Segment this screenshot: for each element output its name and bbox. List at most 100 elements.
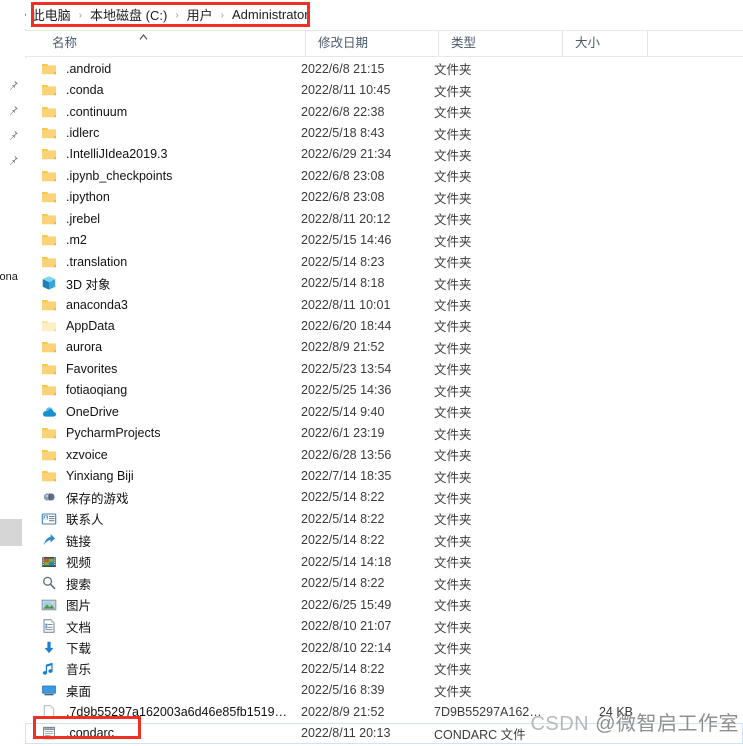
pinned-items-list <box>0 72 25 172</box>
file-row[interactable]: 桌面 2022/5/16 8:39 文件夹 <box>25 680 743 701</box>
file-type-cell: 文件夹 <box>434 384 472 399</box>
file-date-cell: 2022/5/14 8:18 <box>301 276 385 291</box>
pictures-icon <box>41 597 63 613</box>
pin-icon[interactable] <box>0 97 25 122</box>
file-date-cell: 2022/8/9 21:52 <box>301 340 385 355</box>
breadcrumb-item-2[interactable]: 本地磁盘 (C:) <box>87 3 170 26</box>
column-header-date-modified[interactable]: 修改日期 <box>305 31 438 56</box>
folder-icon <box>41 125 63 141</box>
file-name-cell: .jrebel <box>66 211 101 226</box>
address-bar[interactable]: › 此电脑 › 本地磁盘 (C:) › 用户 › Administrator <box>25 0 743 29</box>
file-row[interactable]: anaconda3 2022/8/11 10:01 文件夹 <box>25 294 743 315</box>
file-row[interactable]: OneDrive 2022/5/14 9:40 文件夹 <box>25 401 743 422</box>
file-row[interactable]: .android 2022/6/8 21:15 文件夹 <box>25 58 743 79</box>
breadcrumb-item-3[interactable]: 用户 <box>184 3 216 26</box>
file-name-cell: .condarc <box>66 726 114 741</box>
file-date-cell: 2022/7/14 18:35 <box>301 469 392 484</box>
file-type-cell: 文件夹 <box>434 148 472 163</box>
column-header-size[interactable]: 大小 <box>562 31 647 56</box>
file-row[interactable]: 下载 2022/8/10 22:14 文件夹 <box>25 637 743 658</box>
file-row[interactable]: .translation 2022/5/14 8:23 文件夹 <box>25 251 743 272</box>
file-row[interactable]: 链接 2022/5/14 8:22 文件夹 <box>25 530 743 551</box>
file-date-cell: 2022/8/11 20:12 <box>301 211 391 226</box>
file-row[interactable]: .idlerc 2022/5/18 8:43 文件夹 <box>25 122 743 143</box>
file-row[interactable]: .m2 2022/5/15 14:46 文件夹 <box>25 230 743 251</box>
file-date-cell: 2022/8/10 22:14 <box>301 640 392 655</box>
file-row[interactable]: 音乐 2022/5/14 8:22 文件夹 <box>25 658 743 679</box>
links-icon <box>41 532 63 548</box>
file-date-cell: 2022/5/14 8:22 <box>301 533 385 548</box>
folder-icon <box>41 297 63 313</box>
file-row[interactable]: 3D 对象 2022/5/14 8:18 文件夹 <box>25 272 743 293</box>
file-type-cell: 文件夹 <box>434 577 472 592</box>
folder-icon <box>41 189 63 205</box>
file-date-cell: 2022/8/11 10:45 <box>301 83 391 98</box>
file-type-cell: 文件夹 <box>434 341 472 356</box>
file-list[interactable]: .android 2022/6/8 21:15 文件夹 .conda 2022/8/11… <box>25 58 743 746</box>
column-header-type[interactable]: 类型 <box>438 31 562 56</box>
column-header-name[interactable]: 名称 <box>40 31 305 56</box>
folder-icon <box>41 211 63 227</box>
file-date-cell: 2022/5/23 13:54 <box>301 361 392 376</box>
file-row[interactable]: AppData 2022/6/20 18:44 文件夹 <box>25 315 743 336</box>
file-row[interactable]: .ipython 2022/6/8 23:08 文件夹 <box>25 187 743 208</box>
file-type-cell: 文件夹 <box>434 127 472 142</box>
file-row[interactable]: .ipynb_checkpoints 2022/6/8 23:08 文件夹 <box>25 165 743 186</box>
file-row[interactable]: .7d9b55297a162003a6d46e85fb1519… 2022/8/9… <box>25 701 743 722</box>
file-date-cell: 2022/6/8 23:08 <box>301 190 385 205</box>
file-name-cell: .conda <box>66 83 104 98</box>
file-type-cell: 文件夹 <box>434 599 472 614</box>
file-row[interactable]: fotiaoqiang 2022/5/25 14:36 文件夹 <box>25 380 743 401</box>
file-row[interactable]: .condarc 2022/8/11 20:13 CONDARC 文件 <box>25 722 743 744</box>
file-date-cell: 2022/5/14 9:40 <box>301 404 385 419</box>
pin-icon[interactable] <box>0 147 25 172</box>
file-row[interactable]: PycharmProjects 2022/6/1 23:19 文件夹 <box>25 422 743 443</box>
file-type-cell: 文件夹 <box>434 84 472 99</box>
file-date-cell: 2022/8/11 10:01 <box>301 297 391 312</box>
file-row[interactable]: .continuum 2022/6/8 22:38 文件夹 <box>25 101 743 122</box>
file-date-cell: 2022/5/16 8:39 <box>301 683 385 698</box>
file-date-cell: 2022/5/14 14:18 <box>301 554 392 569</box>
file-row[interactable]: Favorites 2022/5/23 13:54 文件夹 <box>25 358 743 379</box>
file-name-cell: AppData <box>66 318 115 333</box>
file-row[interactable]: .IntelliJIdea2019.3 2022/6/29 21:34 文件夹 <box>25 144 743 165</box>
file-date-cell: 2022/6/29 21:34 <box>301 147 392 162</box>
file-name-cell: 音乐 <box>66 663 92 678</box>
file-row[interactable]: 搜索 2022/5/14 8:22 文件夹 <box>25 573 743 594</box>
file-row[interactable]: xzvoice 2022/6/28 13:56 文件夹 <box>25 444 743 465</box>
file-row[interactable]: 文档 2022/8/10 21:07 文件夹 <box>25 615 743 636</box>
file-date-cell: 2022/8/9 21:52 <box>301 704 385 719</box>
file-row[interactable]: aurora 2022/8/9 21:52 文件夹 <box>25 337 743 358</box>
file-date-cell: 2022/5/14 8:22 <box>301 576 385 591</box>
breadcrumb-item-4[interactable]: Administrator <box>229 5 312 24</box>
file-row[interactable]: 视频 2022/5/14 14:18 文件夹 <box>25 551 743 572</box>
file-type-cell: 7D9B55297A162… <box>434 704 542 719</box>
file-row[interactable]: 联系人 2022/5/14 8:22 文件夹 <box>25 508 743 529</box>
breadcrumb-item-1[interactable]: 此电脑 <box>29 3 74 26</box>
file-type-cell: 文件夹 <box>434 256 472 271</box>
folder-hidden-icon <box>41 318 63 334</box>
file-type-cell: 文件夹 <box>434 620 472 635</box>
navigation-pane-partial-label: sona <box>0 271 18 283</box>
file-name-cell: .android <box>66 61 112 76</box>
file-type-cell: 文件夹 <box>434 556 472 571</box>
folder-icon <box>41 425 63 441</box>
file-date-cell: 2022/5/18 8:43 <box>301 126 385 141</box>
file-row[interactable]: 保存的游戏 2022/5/14 8:22 文件夹 <box>25 487 743 508</box>
file-row[interactable]: .conda 2022/8/11 10:45 文件夹 <box>25 79 743 100</box>
file-row[interactable]: 图片 2022/6/25 15:49 文件夹 <box>25 594 743 615</box>
contacts-icon <box>41 511 63 527</box>
file-row[interactable]: .jrebel 2022/8/11 20:12 文件夹 <box>25 208 743 229</box>
file-name-cell: .IntelliJIdea2019.3 <box>66 147 168 162</box>
pin-icon[interactable] <box>0 72 25 97</box>
file-type-cell: 文件夹 <box>434 663 472 678</box>
file-type-cell: 文件夹 <box>434 513 472 528</box>
pin-icon[interactable] <box>0 122 25 147</box>
downloads-icon <box>41 640 63 656</box>
file-type-cell: 文件夹 <box>434 470 472 485</box>
file-name-cell: 图片 <box>66 599 92 614</box>
desktop-icon <box>41 682 63 698</box>
navigation-pane-scroll-thumb[interactable] <box>0 519 22 546</box>
file-name-cell: 链接 <box>66 534 92 549</box>
file-row[interactable]: Yinxiang Biji 2022/7/14 18:35 文件夹 <box>25 465 743 486</box>
